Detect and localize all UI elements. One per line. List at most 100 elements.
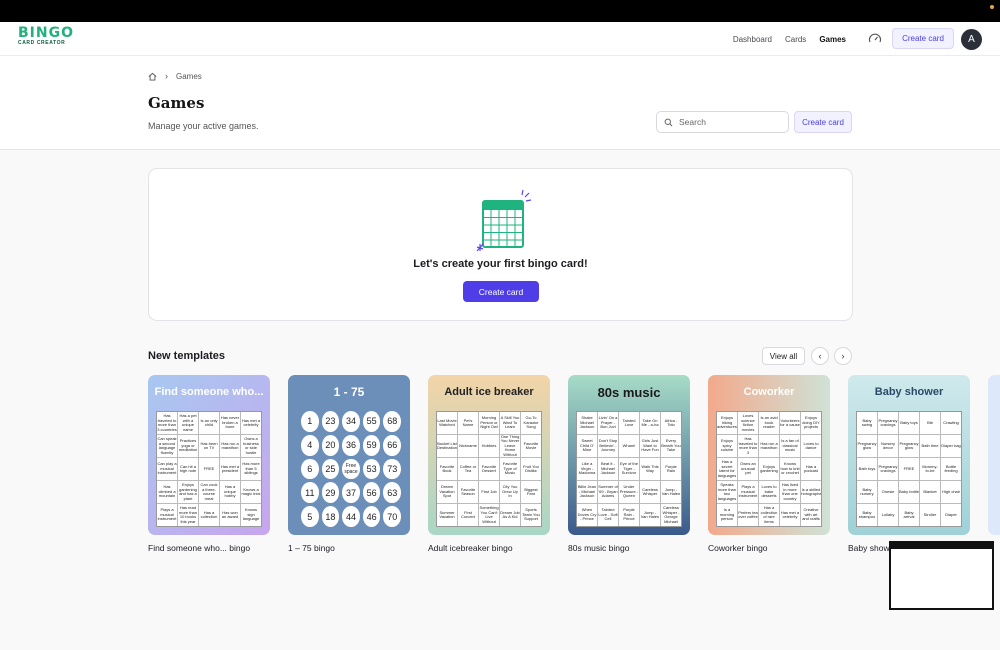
- grid-cell: Is an avid book reader: [759, 412, 779, 434]
- grid-cell: Bath toys: [857, 458, 877, 480]
- grid-cell: Plays a musical instrument: [157, 504, 177, 526]
- number-cell: 4: [301, 434, 319, 456]
- grid-cell: Loves science fiction movies: [738, 412, 758, 434]
- grid-cell: Has met a celebrity: [780, 504, 800, 526]
- template-label[interactable]: Adult icebreaker bingo: [428, 543, 513, 553]
- nav-item-dashboard[interactable]: Dashboard: [733, 35, 772, 44]
- number-cell: 5: [301, 506, 319, 527]
- grid-cell: Girls Just Want to Have Fun: [640, 435, 660, 457]
- grid-cell: FREE: [899, 458, 919, 480]
- template-grid: Enjoys hiking adventures Loves science fi…: [716, 411, 822, 527]
- grid-cell: Pregnancy cravings: [878, 412, 898, 434]
- grid-cell: Blanket: [920, 481, 940, 503]
- grid-cell: Creative with art and crafts: [801, 504, 821, 526]
- number-cell: 73: [383, 458, 401, 480]
- number-cell: 56: [362, 482, 381, 504]
- chevron-right-icon[interactable]: ›: [834, 347, 852, 365]
- logo-sub-text: CARD CREATOR: [18, 40, 66, 46]
- number-cell: 70: [383, 506, 401, 527]
- grid-cell: Jump - Van Halen: [640, 504, 660, 526]
- grid-cell: Sports Team You Support: [521, 504, 541, 526]
- home-icon[interactable]: [148, 72, 157, 81]
- grid-cell: Has been on TV: [199, 435, 219, 457]
- grid-cell: Favorite Type of Music: [500, 458, 520, 480]
- nav-item-games[interactable]: Games: [819, 35, 846, 44]
- nav-create-card-button[interactable]: Create card: [892, 28, 954, 49]
- template-card-1-75[interactable]: 1 - 75 1 23 34 55 68 4 20 36 59 66 6 25 Free space…: [288, 375, 410, 535]
- grid-cell: Last Movie Watched: [437, 412, 457, 434]
- grid-cell: Knows a magic trick: [241, 481, 261, 503]
- grid-cell: Pregnancy cravings: [878, 458, 898, 480]
- grid-cell: Mommy-to-be: [920, 458, 940, 480]
- grid-cell: Dream Vacation Spot: [437, 481, 457, 503]
- grid-cell: Tainted Love - Soft Cell: [598, 504, 618, 526]
- grid-cell: Bucket List Destination: [437, 435, 457, 457]
- number-cell: 29: [321, 482, 340, 504]
- chevron-right-icon: ›: [165, 71, 168, 81]
- speed-gauge-icon[interactable]: [868, 32, 882, 46]
- grid-cell: First Concert: [458, 504, 478, 526]
- grid-cell: Jump - Van Halen: [661, 481, 681, 503]
- template-card-partial[interactable]: [988, 375, 1000, 535]
- grid-cell: Enjoys gardening and has a plant: [178, 481, 198, 503]
- number-cell: 20: [321, 434, 340, 456]
- template-card-find-someone[interactable]: Find someone who... Has traveled to more…: [148, 375, 270, 535]
- screen-preview-thumbnail: [889, 541, 994, 610]
- preview-bar: [891, 543, 992, 549]
- grid-cell: Has a collection of rare items: [759, 504, 779, 526]
- free-space-cell: Free space: [342, 458, 360, 480]
- grid-cell: Eye of the Tiger - Survivor: [619, 458, 639, 480]
- header-create-card-button[interactable]: Create card: [794, 111, 852, 133]
- number-cell: 18: [321, 506, 340, 527]
- template-label[interactable]: Find someone who... bingo: [148, 543, 250, 553]
- grid-cell: Has a secret talent for languages: [717, 458, 737, 480]
- view-all-button[interactable]: View all: [762, 347, 805, 365]
- grid-cell: Bath time: [920, 435, 940, 457]
- number-cell: 6: [301, 458, 319, 480]
- avatar[interactable]: A: [961, 29, 982, 50]
- grid-cell: Coffee or Tea: [458, 458, 478, 480]
- nav-item-cards[interactable]: Cards: [785, 35, 806, 44]
- breadcrumb: › Games: [148, 71, 202, 81]
- grid-cell: Every Breath You Take: [661, 435, 681, 457]
- template-heading: Baby shower: [874, 386, 944, 398]
- template-card-adult-icebreaker[interactable]: Adult ice breaker Last Movie Watched Pet'…: [428, 375, 550, 535]
- page-header: › Games Games Manage your active games. …: [0, 56, 1000, 150]
- template-label[interactable]: Coworker bingo: [708, 543, 768, 553]
- grid-cell: Africa - Toto: [661, 412, 681, 434]
- templates-section-title: New templates: [148, 350, 226, 362]
- grid-cell: Owns an unusual pet: [738, 458, 758, 480]
- grid-cell: First Job: [479, 481, 499, 503]
- grid-cell: Livin' On a Prayer - Bon Jovi: [598, 412, 618, 434]
- grid-cell: Summer Vacation: [437, 504, 457, 526]
- template-label[interactable]: 80s music bingo: [568, 543, 629, 553]
- grid-cell: Has climbed a mountain: [157, 481, 177, 503]
- breadcrumb-current: Games: [176, 71, 202, 81]
- template-card-baby-shower[interactable]: Baby shower Baby swing Pregnancy cravings…: [848, 375, 970, 535]
- empty-state-card: Let's create your first bingo card! Crea…: [148, 168, 853, 321]
- template-heading: Find someone who...: [154, 386, 264, 398]
- grid-cell: Bib: [920, 412, 940, 434]
- app-logo[interactable]: BINGO CARD CREATOR: [18, 26, 73, 52]
- grid-cell: Favorite Dessert: [479, 458, 499, 480]
- template-card-80s-music[interactable]: 80s music Shake Michael Jackson Livin' On…: [568, 375, 690, 535]
- grid-cell: Don't Stop Believin' - Journey: [598, 435, 618, 457]
- search-placeholder: Search: [679, 117, 706, 127]
- number-cell: 53: [362, 458, 381, 480]
- grid-cell: Baby swing: [857, 412, 877, 434]
- number-cell: 11: [301, 482, 319, 504]
- template-card-coworker[interactable]: Coworker Enjoys hiking adventures Loves s…: [708, 375, 830, 535]
- grid-cell: Practices yoga or meditation: [178, 435, 198, 457]
- grid-cell: Is an only child: [199, 412, 219, 434]
- search-input[interactable]: Search: [656, 111, 789, 133]
- chevron-left-icon[interactable]: ‹: [811, 347, 829, 365]
- create-card-button[interactable]: Create card: [463, 281, 539, 302]
- template-label[interactable]: 1 – 75 bingo: [288, 543, 335, 553]
- grid-cell: Nickname: [458, 435, 478, 457]
- grid-cell: Is a morning person: [717, 504, 737, 526]
- grid-cell: Baby bottle: [899, 481, 919, 503]
- page-subtitle: Manage your active games.: [148, 121, 259, 131]
- grid-cell: Diaper: [941, 504, 961, 526]
- grid-cell: Billie Jean - Michael Jackson: [577, 481, 597, 503]
- grid-cell: Has run a marathon: [759, 435, 779, 457]
